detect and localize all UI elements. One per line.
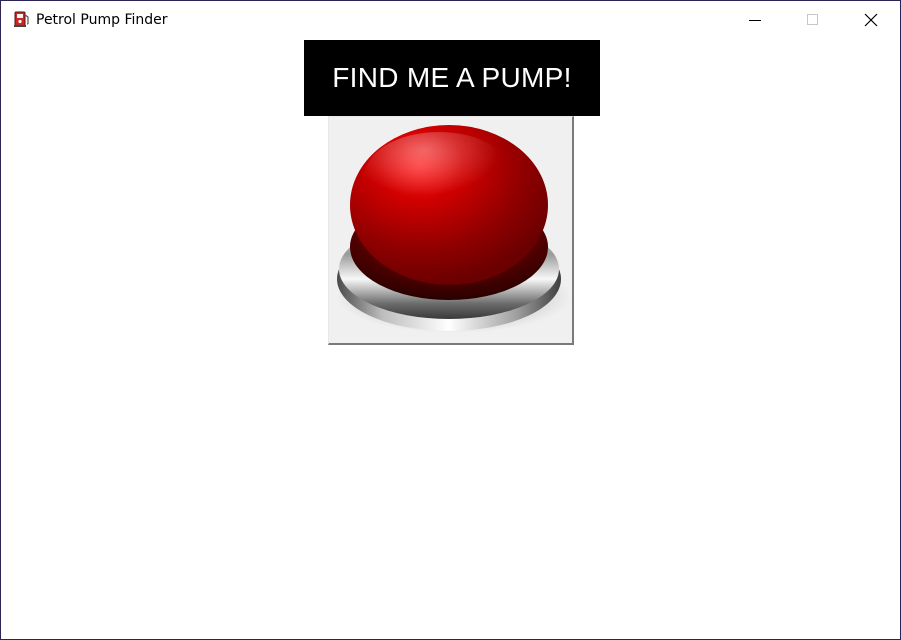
close-icon (864, 13, 878, 27)
close-button[interactable] (842, 1, 900, 39)
big-red-button-icon (336, 125, 572, 333)
window-title: Petrol Pump Finder (36, 12, 168, 28)
app-window: Petrol Pump Finder FIND ME A PUMP! (0, 0, 901, 640)
find-pump-banner: FIND ME A PUMP! (304, 40, 600, 116)
main-content: FIND ME A PUMP! (1, 39, 900, 639)
title-bar[interactable]: Petrol Pump Finder (1, 1, 900, 39)
minimize-icon (749, 20, 761, 21)
fuel-pump-icon (13, 10, 31, 28)
find-pump-button[interactable] (328, 116, 574, 345)
maximize-icon (807, 14, 818, 25)
maximize-button[interactable] (784, 1, 842, 39)
minimize-button[interactable] (726, 1, 784, 39)
